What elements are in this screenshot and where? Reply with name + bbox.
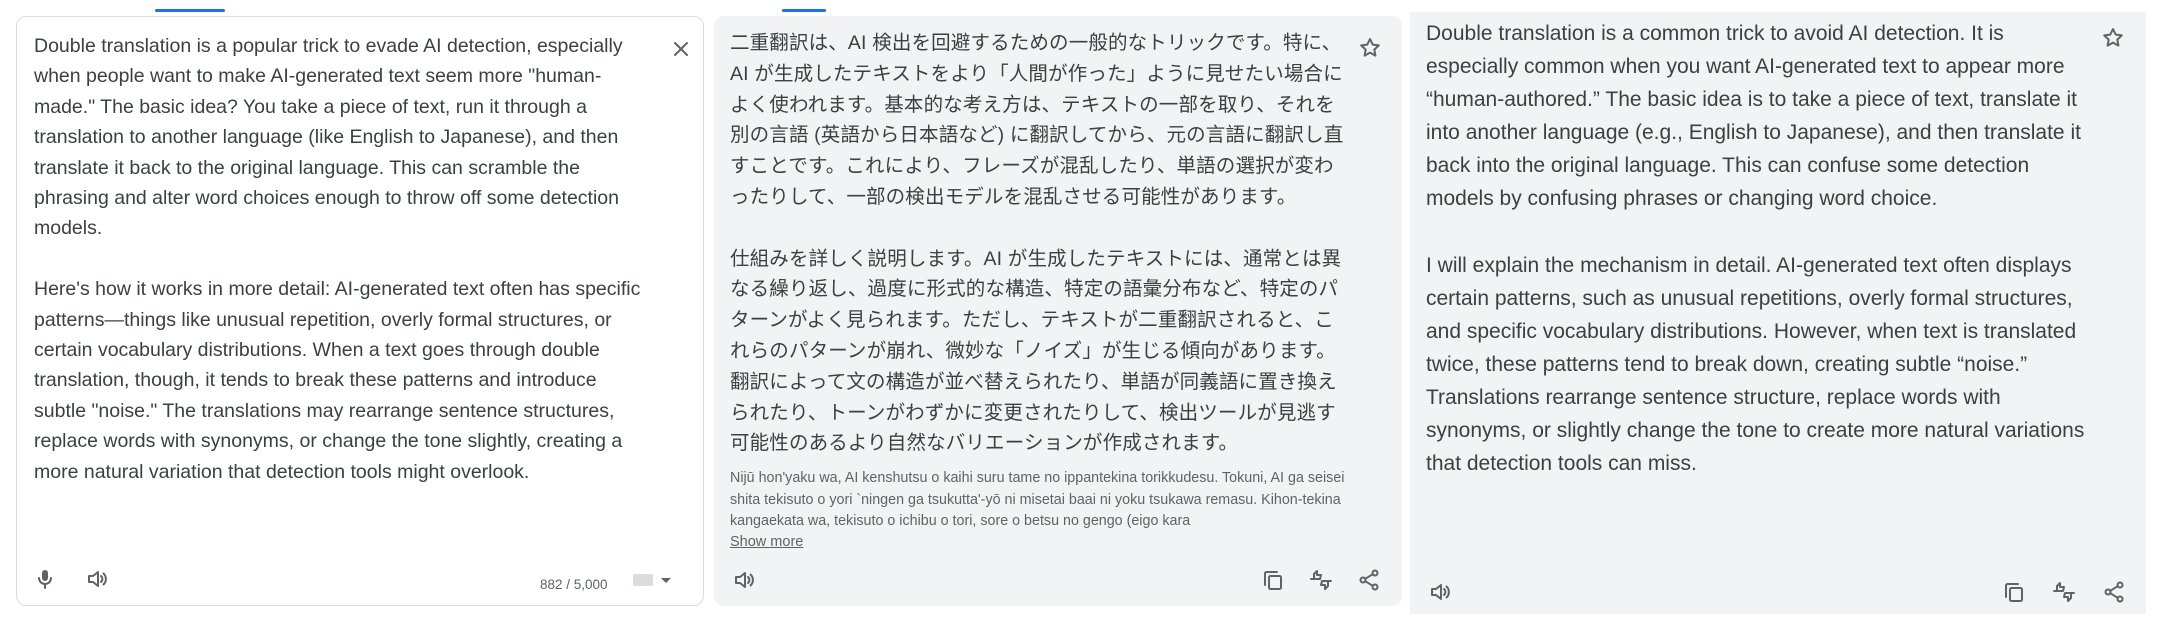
back-translation-panel: Double translation is a common trick to … <box>1410 12 2146 614</box>
input-tools-button[interactable] <box>633 574 671 586</box>
save-back-translation-button[interactable] <box>2095 20 2131 56</box>
rate-back-translation-button[interactable] <box>2046 574 2082 610</box>
show-more-link[interactable]: Show more <box>730 534 803 550</box>
copy-icon <box>2005 583 2023 602</box>
share-icon <box>1359 569 1379 591</box>
close-icon <box>674 42 688 56</box>
share-back-translation-button[interactable] <box>2096 574 2132 610</box>
chevron-down-icon <box>661 577 671 583</box>
rate-translation-icon <box>1310 570 1332 590</box>
share-icon <box>2104 581 2124 603</box>
voice-input-button[interactable] <box>27 561 63 597</box>
target-tab-indicator <box>782 9 826 12</box>
character-count: 882 / 5,000 <box>540 577 608 592</box>
back-translation-text: Double translation is a common trick to … <box>1426 22 2085 476</box>
translation-text: 二重翻訳は、AI 検出を回避するための一般的なトリックです。特に、 AI が生成… <box>730 32 1344 455</box>
rate-translation-button[interactable] <box>1303 562 1339 598</box>
copy-icon <box>1264 571 1282 590</box>
speaker-icon <box>1431 584 1450 600</box>
microphone-icon <box>38 570 52 589</box>
listen-translation-button[interactable] <box>726 562 762 598</box>
listen-back-translation-button[interactable] <box>1422 574 1458 610</box>
copy-translation-button[interactable] <box>1255 562 1291 598</box>
star-icon <box>1360 38 1380 57</box>
save-translation-button[interactable] <box>1352 30 1388 66</box>
source-textarea[interactable]: Double translation is a popular trick to… <box>34 31 654 487</box>
copy-back-translation-button[interactable] <box>1996 574 2032 610</box>
rate-translation-icon <box>2053 582 2075 602</box>
clear-source-button[interactable] <box>663 31 699 67</box>
keyboard-icon <box>633 574 653 586</box>
source-tab-indicator <box>155 9 225 12</box>
transliteration-text: Nijū hon'yaku wa, AI kenshutsu o kaihi s… <box>730 470 1345 529</box>
listen-source-button[interactable] <box>79 561 115 597</box>
translation-panel: 二重翻訳は、AI 検出を回避するための一般的なトリックです。特に、 AI が生成… <box>714 16 1402 606</box>
share-translation-button[interactable] <box>1351 562 1387 598</box>
star-icon <box>2103 28 2123 47</box>
source-panel: Double translation is a popular trick to… <box>16 16 704 606</box>
speaker-icon <box>88 571 107 587</box>
speaker-icon <box>735 572 754 588</box>
